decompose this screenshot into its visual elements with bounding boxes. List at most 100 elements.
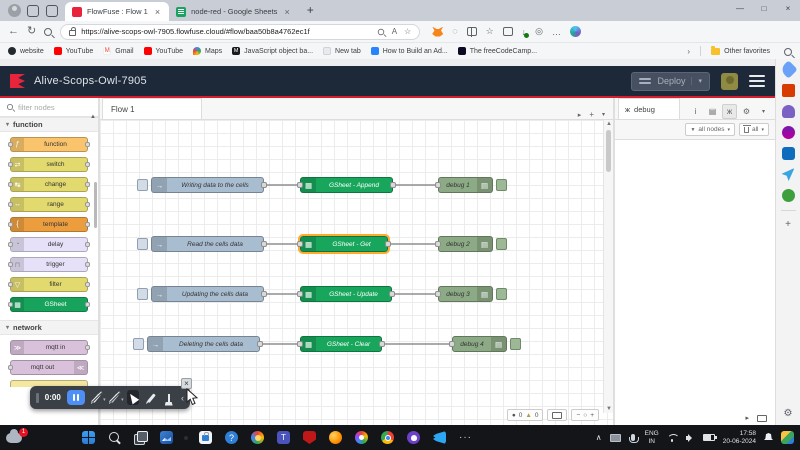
back-icon[interactable]: ← bbox=[8, 26, 19, 37]
deploy-button[interactable]: Deploy ▾ bbox=[631, 72, 710, 91]
palette-node-trigger[interactable]: ⊓ trigger bbox=[10, 257, 88, 272]
games-icon[interactable] bbox=[782, 105, 795, 118]
drag-handle[interactable] bbox=[36, 393, 39, 403]
debug-tab-icon[interactable]: ж bbox=[722, 104, 737, 119]
gsheet-append-node[interactable]: ▦ GSheet - Append bbox=[300, 177, 393, 193]
palette-node-function[interactable]: ƒ function bbox=[10, 137, 88, 152]
grow-icon[interactable] bbox=[782, 189, 795, 202]
palette-scroll-up-icon[interactable]: ▲ bbox=[90, 114, 96, 120]
gsheet-update-node[interactable]: ▦ GSheet - Update bbox=[300, 286, 392, 302]
workspace-tab-flow1[interactable]: Flow 1 bbox=[102, 98, 202, 119]
info-tab-icon[interactable]: i bbox=[688, 104, 703, 119]
notifications-counts[interactable]: ● 0 ▲ 0 bbox=[507, 409, 544, 421]
collections-icon[interactable] bbox=[503, 27, 513, 36]
add-flow-icon[interactable]: + bbox=[589, 110, 594, 119]
gsheet-get-node-selected[interactable]: ▦ GSheet - Get bbox=[300, 236, 388, 252]
expand-icon[interactable]: ▸ bbox=[745, 414, 749, 422]
deploy-caret-icon[interactable]: ▾ bbox=[691, 77, 702, 85]
inject-button[interactable] bbox=[137, 179, 148, 191]
new-tab-button[interactable]: + bbox=[307, 3, 314, 17]
weather-widget-icon[interactable]: 1 bbox=[6, 433, 22, 443]
bookmark-gmail[interactable]: MGmail bbox=[103, 47, 133, 55]
bookmark-freecodecamp[interactable]: The freeCodeCamp... bbox=[458, 47, 537, 55]
essentials-icon[interactable]: ◎ bbox=[535, 27, 543, 36]
palette-node-range[interactable]: ↔ range bbox=[10, 197, 88, 212]
help-tab-icon[interactable]: ▤ bbox=[705, 104, 720, 119]
taskbar-overflow-icon[interactable] bbox=[459, 431, 472, 444]
inject-node[interactable]: → Writing data to the cells bbox=[151, 177, 264, 193]
debug-node[interactable]: debug 4 ▤ bbox=[452, 336, 507, 352]
palette-node-gsheet[interactable]: ▦ GSheet bbox=[10, 297, 88, 312]
gsheet-clear-node[interactable]: ▦ GSheet - Clear bbox=[300, 336, 382, 352]
rewards-icon[interactable]: ◌ bbox=[452, 27, 457, 36]
url-field[interactable]: https://alive-scops-owl-7905.flowfuse.cl… bbox=[60, 24, 420, 40]
vscode-icon[interactable] bbox=[433, 431, 446, 444]
google-app-icon[interactable] bbox=[251, 431, 264, 444]
edge-browser-icon-active[interactable] bbox=[184, 436, 188, 440]
tab-actions-icon[interactable] bbox=[46, 5, 58, 17]
start-button-icon[interactable] bbox=[82, 431, 95, 444]
microphone-icon[interactable] bbox=[631, 434, 635, 441]
palette-node-delay[interactable]: ◔ delay bbox=[10, 237, 88, 252]
tray-widget-icon[interactable] bbox=[781, 431, 794, 444]
github-desktop-icon[interactable] bbox=[407, 431, 420, 444]
palette-node-mqtt-out[interactable]: ≪ mqtt out bbox=[10, 360, 88, 375]
scrollbar-thumb[interactable] bbox=[606, 130, 611, 172]
debug-node[interactable]: debug 1 ▤ bbox=[438, 177, 493, 193]
url-text[interactable]: https://alive-scops-owl-7905.flowfuse.cl… bbox=[81, 27, 371, 36]
other-favorites[interactable]: Other favorites bbox=[711, 48, 770, 55]
cast-icon[interactable] bbox=[610, 434, 621, 442]
split-screen-icon[interactable] bbox=[467, 27, 477, 36]
flowfuse-logo[interactable] bbox=[10, 74, 25, 88]
mcafee-icon[interactable] bbox=[303, 431, 316, 444]
flow-list-caret-icon[interactable]: ▾ bbox=[602, 111, 605, 118]
bookmark-how-to-build[interactable]: How to Build an Ad... bbox=[371, 47, 448, 55]
volume-icon[interactable] bbox=[686, 434, 695, 442]
sidebar-caret-icon[interactable]: ▾ bbox=[756, 104, 771, 119]
browser-tab-flowfuse[interactable]: FlowFuse : Flow 1 × bbox=[65, 2, 169, 21]
task-view-icon[interactable] bbox=[134, 431, 147, 444]
tab-debug[interactable]: ж debug bbox=[618, 98, 680, 119]
inject-button[interactable] bbox=[137, 238, 148, 250]
zoom-out-button[interactable]: − bbox=[576, 412, 580, 419]
tools-icon[interactable] bbox=[782, 84, 795, 97]
palette-category-network[interactable]: ▾ network bbox=[0, 320, 98, 335]
palette-scrollbar[interactable] bbox=[94, 182, 97, 228]
downloads-icon[interactable]: ↓ bbox=[522, 27, 527, 37]
inject-button[interactable] bbox=[133, 338, 144, 350]
bookmark-youtube[interactable]: YouTube bbox=[54, 47, 94, 55]
zoom-reset-button[interactable]: ○ bbox=[583, 412, 587, 419]
browser-tab-sheets[interactable]: node-red - Google Sheets × bbox=[169, 2, 299, 21]
debug-toggle-button[interactable] bbox=[496, 288, 507, 300]
bookmark-maps[interactable]: Maps bbox=[193, 47, 222, 55]
highlighter-disabled-icon[interactable]: ▾ bbox=[109, 390, 121, 405]
taskbar-search-icon[interactable] bbox=[108, 431, 121, 444]
debug-messages-panel[interactable] bbox=[615, 140, 775, 411]
bookmark-new-tab[interactable]: New tab bbox=[323, 47, 361, 55]
firefox-icon[interactable] bbox=[329, 431, 342, 444]
main-menu-icon[interactable] bbox=[749, 75, 765, 87]
scroll-up-icon[interactable]: ▲ bbox=[606, 121, 612, 127]
palette-node-filter[interactable]: ▽ filter bbox=[10, 277, 88, 292]
refresh-icon[interactable]: ↻ bbox=[27, 26, 36, 37]
palette-node-template[interactable]: { template bbox=[10, 217, 88, 232]
zoom-page-icon[interactable] bbox=[378, 28, 384, 34]
outlook-icon[interactable] bbox=[782, 147, 795, 160]
run-icon[interactable]: ▸ bbox=[578, 111, 582, 119]
canvas-vertical-scrollbar[interactable]: ▲ ▼ bbox=[603, 120, 613, 413]
hidden-icons-chevron[interactable]: ∧ bbox=[596, 433, 602, 442]
more-menu-icon[interactable]: … bbox=[552, 27, 561, 37]
widgets-icon[interactable] bbox=[160, 431, 173, 444]
microsoft-store-icon[interactable] bbox=[199, 431, 212, 444]
bookmarks-overflow-icon[interactable]: › bbox=[687, 47, 690, 56]
search-icon[interactable] bbox=[44, 28, 52, 36]
sidebar-settings-icon[interactable]: ⚙ bbox=[784, 408, 793, 419]
sidebar-search-icon[interactable] bbox=[784, 48, 792, 56]
palette-search[interactable] bbox=[0, 98, 98, 117]
close-button[interactable]: × bbox=[776, 0, 800, 16]
colorful-app-icon[interactable] bbox=[355, 431, 368, 444]
debug-toggle-button[interactable] bbox=[496, 179, 507, 191]
bookmark-website[interactable]: website bbox=[8, 47, 44, 55]
canvas-grid[interactable]: → Writing data to the cells ▦ GSheet - A… bbox=[100, 120, 613, 425]
tab-close-icon[interactable]: × bbox=[153, 7, 162, 17]
